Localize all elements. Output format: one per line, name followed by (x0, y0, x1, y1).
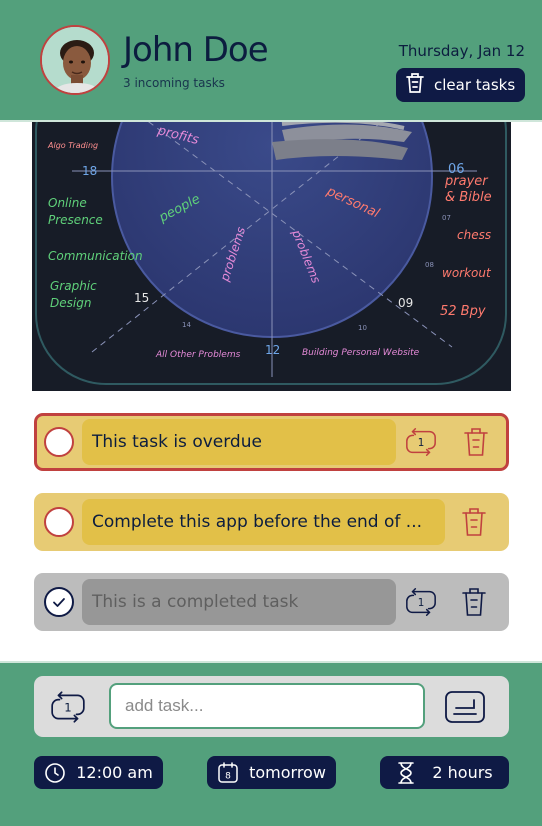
photo-label: chess (457, 228, 491, 242)
photo-label: 07 (442, 214, 451, 222)
add-task-bar: 1 (34, 676, 509, 737)
photo-label: prayer (444, 174, 489, 189)
photo-label: Algo Trading (47, 141, 98, 150)
delete-task-icon[interactable] (459, 426, 493, 458)
photo-label: 12 (265, 343, 280, 357)
task-item: Complete this app before the end of ... (34, 493, 509, 551)
photo-label: & Bible (445, 190, 492, 205)
duration-chip[interactable]: 2 hours (380, 756, 509, 789)
repeat-toggle-icon[interactable]: 1 (49, 691, 87, 723)
clock-icon (45, 762, 66, 783)
task-checkbox[interactable] (44, 507, 74, 537)
task-checkbox[interactable] (44, 427, 74, 457)
photo-label: 10 (358, 324, 367, 332)
submit-task-icon[interactable] (444, 690, 486, 724)
wallpaper-image: Algo Trading profits 18 06 prayer & Bibl… (32, 122, 511, 391)
photo-label: Presence (48, 213, 103, 227)
header: John Doe 3 incoming tasks Thursday, Jan … (0, 0, 542, 122)
photo-label: Graphic (50, 279, 97, 293)
duration-chip-label: 2 hours (432, 763, 493, 782)
task-item: This task is overdue 1 (34, 413, 509, 471)
photo-label: 18 (82, 164, 97, 178)
task-text[interactable]: Complete this app before the end of ... (82, 499, 445, 545)
repeat-icon[interactable]: 1 (404, 586, 438, 618)
delete-task-icon[interactable] (457, 506, 491, 538)
photo-label: 15 (134, 291, 149, 305)
photo-label: Online (48, 196, 87, 210)
calendar-day-number: 8 (225, 771, 231, 781)
date-chip[interactable]: 8 tomorrow (207, 756, 336, 789)
repeat-count: 1 (64, 701, 71, 715)
delete-task-icon[interactable] (457, 586, 491, 618)
photo-label: 14 (182, 321, 191, 329)
avatar[interactable] (40, 25, 110, 95)
repeat-icon[interactable]: 1 (404, 426, 438, 458)
date-chip-label: tomorrow (249, 763, 326, 782)
calendar-icon: 8 (218, 761, 238, 783)
add-task-input[interactable] (109, 683, 425, 729)
task-item: This is a completed task 1 (34, 573, 509, 631)
repeat-count: 1 (418, 597, 425, 609)
task-text[interactable]: This is a completed task (82, 579, 396, 625)
photo-label: Design (50, 296, 91, 310)
photo-label: All Other Problems (155, 350, 241, 360)
task-checkbox-checked[interactable] (44, 587, 74, 617)
photo-label: 52 Bpy (440, 304, 486, 319)
task-count: 3 incoming tasks (123, 76, 225, 90)
photo-label: Communication (48, 249, 143, 263)
trash-icon (404, 71, 426, 99)
photo-label: 08 (425, 261, 434, 269)
photo-label: workout (442, 266, 492, 280)
repeat-count: 1 (418, 437, 425, 449)
photo-label: 09 (398, 296, 413, 310)
hourglass-icon (398, 761, 415, 784)
user-name: John Doe (123, 30, 269, 70)
current-date: Thursday, Jan 12 (398, 42, 525, 60)
clear-tasks-label: clear tasks (434, 76, 516, 94)
photo-label: Building Personal Website (302, 348, 420, 358)
time-chip[interactable]: 12:00 am (34, 756, 163, 789)
clear-tasks-button[interactable]: clear tasks (396, 68, 525, 102)
time-chip-label: 12:00 am (76, 763, 153, 782)
task-text[interactable]: This task is overdue (82, 419, 396, 465)
